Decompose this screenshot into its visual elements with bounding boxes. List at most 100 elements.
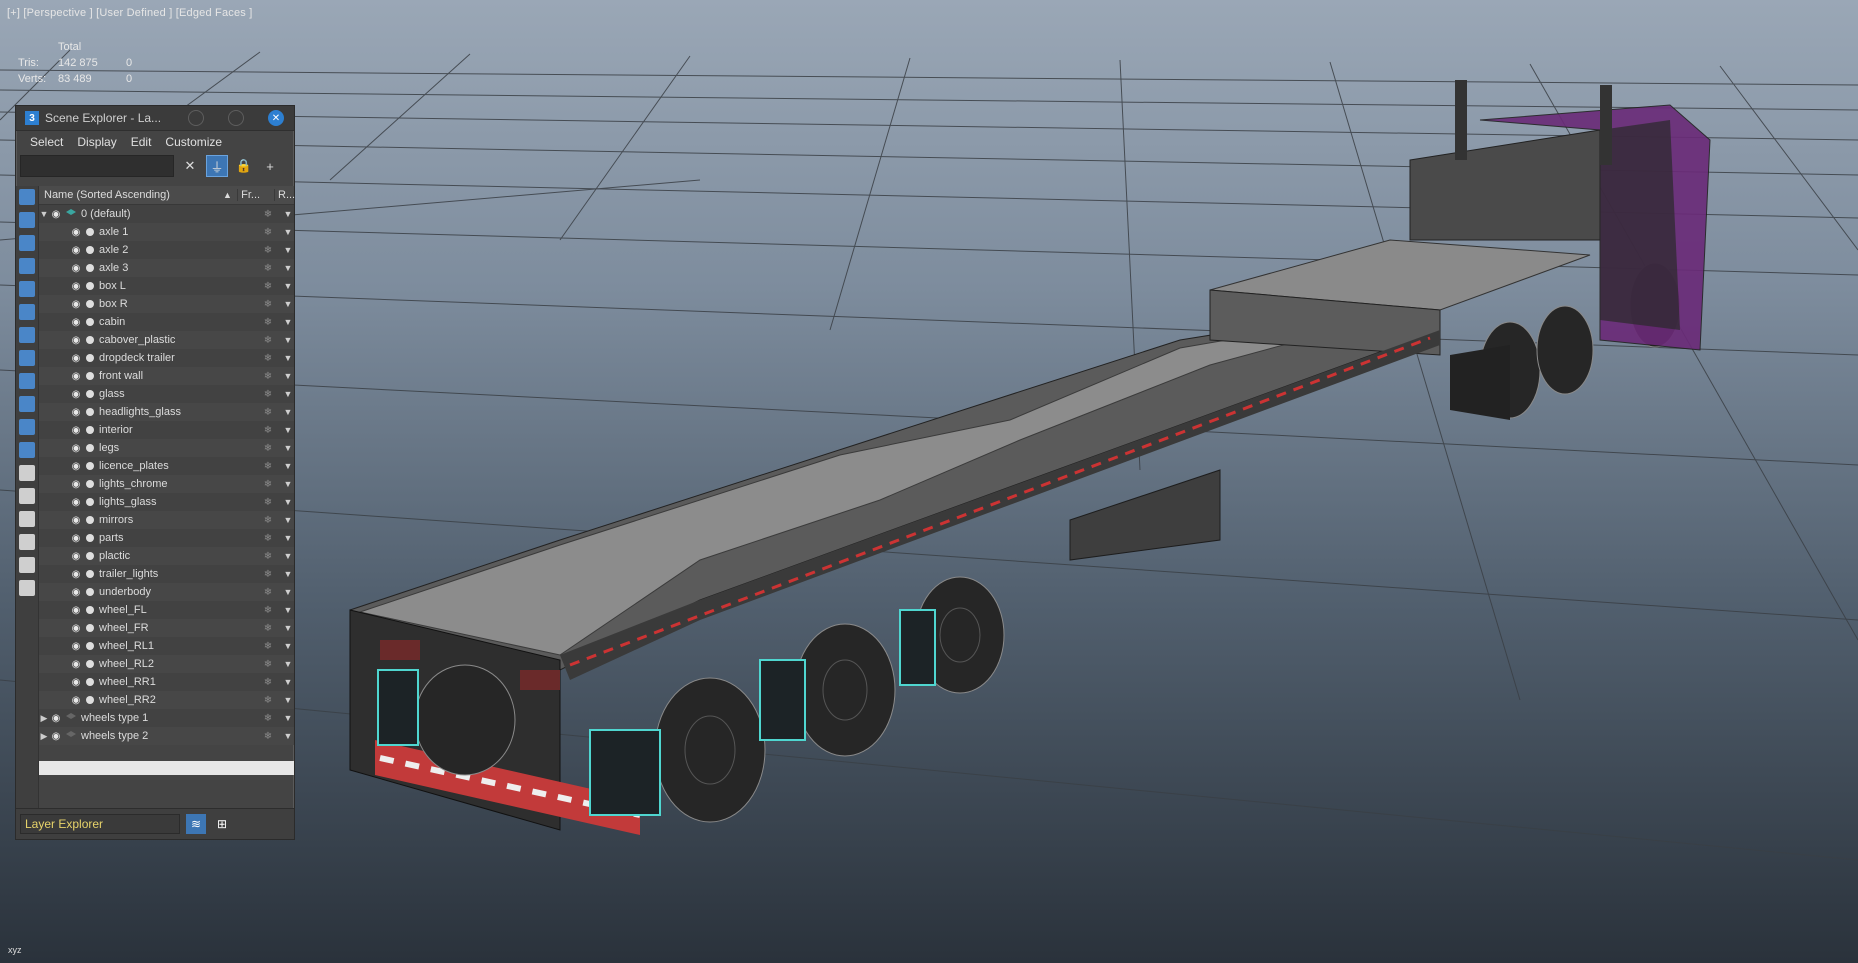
menu-select[interactable]: Select: [30, 135, 63, 149]
freeze-snowflake-icon[interactable]: ❄: [254, 389, 282, 400]
menu-display[interactable]: Display: [77, 135, 116, 149]
render-toggle-icon[interactable]: ▼: [282, 227, 294, 237]
render-toggle-icon[interactable]: ▼: [282, 659, 294, 669]
visibility-eye-icon[interactable]: ◉: [69, 299, 83, 310]
visibility-eye-icon[interactable]: ◉: [69, 605, 83, 616]
visibility-eye-icon[interactable]: ◉: [69, 371, 83, 382]
visibility-eye-icon[interactable]: ◉: [69, 659, 83, 670]
object-row[interactable]: ◉ wheel_RR1 ❄ ▼: [39, 673, 294, 691]
object-row[interactable]: ◉ trailer_lights ❄ ▼: [39, 565, 294, 583]
render-toggle-icon[interactable]: ▼: [282, 515, 294, 525]
render-toggle-icon[interactable]: ▼: [282, 587, 294, 597]
horizontal-scrollbar[interactable]: [39, 761, 294, 775]
render-toggle-icon[interactable]: ▼: [282, 425, 294, 435]
render-toggle-icon[interactable]: ▼: [282, 245, 294, 255]
object-row[interactable]: ◉ front wall ❄ ▼: [39, 367, 294, 385]
object-row[interactable]: ◉ dropdeck trailer ❄ ▼: [39, 349, 294, 367]
visibility-eye-icon[interactable]: ◉: [69, 407, 83, 418]
filter-icon[interactable]: [19, 557, 35, 573]
panel-titlebar[interactable]: 3 Scene Explorer - La... ✕: [16, 106, 294, 131]
display-cameras-icon[interactable]: [19, 258, 35, 274]
visibility-eye-icon[interactable]: ◉: [69, 335, 83, 346]
freeze-snowflake-icon[interactable]: ❄: [254, 281, 282, 292]
freeze-snowflake-icon[interactable]: ❄: [254, 425, 282, 436]
visibility-eye-icon[interactable]: ◉: [69, 569, 83, 580]
render-toggle-icon[interactable]: ▼: [282, 551, 294, 561]
visibility-eye-icon[interactable]: ◉: [69, 443, 83, 454]
sync-selection-icon[interactable]: [19, 580, 35, 596]
visibility-eye-icon[interactable]: ◉: [69, 353, 83, 364]
visibility-eye-icon[interactable]: ◉: [69, 245, 83, 256]
object-row[interactable]: ◉ interior ❄ ▼: [39, 421, 294, 439]
render-toggle-icon[interactable]: ▼: [282, 731, 294, 741]
display-shapes-icon[interactable]: [19, 212, 35, 228]
display-invert-icon[interactable]: [19, 511, 35, 527]
visibility-eye-icon[interactable]: ◉: [69, 389, 83, 400]
visibility-eye-icon[interactable]: ◉: [49, 209, 63, 220]
render-toggle-icon[interactable]: ▼: [282, 389, 294, 399]
visibility-eye-icon[interactable]: ◉: [69, 623, 83, 634]
display-frozen-icon[interactable]: [19, 419, 35, 435]
object-row[interactable]: ◉ lights_glass ❄ ▼: [39, 493, 294, 511]
display-bones-icon[interactable]: [19, 373, 35, 389]
display-containers-icon[interactable]: [19, 396, 35, 412]
object-row[interactable]: ◉ wheel_FR ❄ ▼: [39, 619, 294, 637]
freeze-snowflake-icon[interactable]: ❄: [254, 371, 282, 382]
render-toggle-icon[interactable]: ▼: [282, 461, 294, 471]
visibility-eye-icon[interactable]: ◉: [69, 497, 83, 508]
freeze-snowflake-icon[interactable]: ❄: [254, 677, 282, 688]
expand-arrow-icon[interactable]: ▶: [39, 713, 49, 724]
visibility-eye-icon[interactable]: ◉: [69, 425, 83, 436]
object-row[interactable]: ◉ headlights_glass ❄ ▼: [39, 403, 294, 421]
display-lights-icon[interactable]: [19, 235, 35, 251]
collapse-arrow-icon[interactable]: ▼: [39, 209, 49, 219]
freeze-snowflake-icon[interactable]: ❄: [254, 569, 282, 580]
display-geometry-icon[interactable]: [19, 189, 35, 205]
freeze-snowflake-icon[interactable]: ❄: [254, 695, 282, 706]
freeze-snowflake-icon[interactable]: ❄: [254, 263, 282, 274]
display-spacewarps-icon[interactable]: [19, 304, 35, 320]
render-toggle-icon[interactable]: ▼: [282, 695, 294, 705]
freeze-snowflake-icon[interactable]: ❄: [254, 533, 282, 544]
object-row[interactable]: ◉ glass ❄ ▼: [39, 385, 294, 403]
object-row[interactable]: ◉ parts ❄ ▼: [39, 529, 294, 547]
display-none-icon[interactable]: [19, 488, 35, 504]
render-toggle-icon[interactable]: ▼: [282, 605, 294, 615]
visibility-eye-icon[interactable]: ◉: [69, 587, 83, 598]
freeze-snowflake-icon[interactable]: ❄: [254, 515, 282, 526]
display-groups-icon[interactable]: [19, 327, 35, 343]
render-toggle-icon[interactable]: ▼: [282, 533, 294, 543]
visibility-eye-icon[interactable]: ◉: [49, 731, 63, 742]
object-row[interactable]: ◉ legs ❄ ▼: [39, 439, 294, 457]
explorer-type-dropdown[interactable]: Layer Explorer: [20, 814, 180, 834]
maximize-icon[interactable]: [228, 110, 244, 126]
render-toggle-icon[interactable]: ▼: [282, 479, 294, 489]
freeze-snowflake-icon[interactable]: ❄: [254, 605, 282, 616]
visibility-eye-icon[interactable]: ◉: [69, 533, 83, 544]
search-input[interactable]: [20, 155, 174, 177]
visibility-eye-icon[interactable]: ◉: [69, 677, 83, 688]
close-icon[interactable]: ✕: [268, 110, 284, 126]
object-row[interactable]: ◉ underbody ❄ ▼: [39, 583, 294, 601]
layer-row[interactable]: ▶ ◉ wheels type 2 ❄ ▼: [39, 727, 294, 745]
freeze-snowflake-icon[interactable]: ❄: [254, 227, 282, 238]
visibility-eye-icon[interactable]: ◉: [69, 461, 83, 472]
expand-arrow-icon[interactable]: ▶: [39, 731, 49, 742]
freeze-snowflake-icon[interactable]: ❄: [254, 461, 282, 472]
object-row[interactable]: ◉ wheel_RL2 ❄ ▼: [39, 655, 294, 673]
object-row[interactable]: ◉ mirrors ❄ ▼: [39, 511, 294, 529]
freeze-snowflake-icon[interactable]: ❄: [254, 497, 282, 508]
render-toggle-icon[interactable]: ▼: [282, 281, 294, 291]
object-row[interactable]: ◉ box R ❄ ▼: [39, 295, 294, 313]
clear-search-icon[interactable]: ✕: [180, 156, 200, 176]
display-helpers-icon[interactable]: [19, 281, 35, 297]
render-toggle-icon[interactable]: ▼: [282, 443, 294, 453]
column-render[interactable]: R...: [274, 189, 295, 201]
render-toggle-icon[interactable]: ▼: [282, 713, 294, 723]
object-row[interactable]: ◉ axle 3 ❄ ▼: [39, 259, 294, 277]
menu-customize[interactable]: Customize: [165, 135, 222, 149]
visibility-eye-icon[interactable]: ◉: [69, 641, 83, 652]
render-toggle-icon[interactable]: ▼: [282, 371, 294, 381]
scene-explorer-panel[interactable]: 3 Scene Explorer - La... ✕ Select Displa…: [15, 105, 295, 840]
object-row[interactable]: ◉ licence_plates ❄ ▼: [39, 457, 294, 475]
